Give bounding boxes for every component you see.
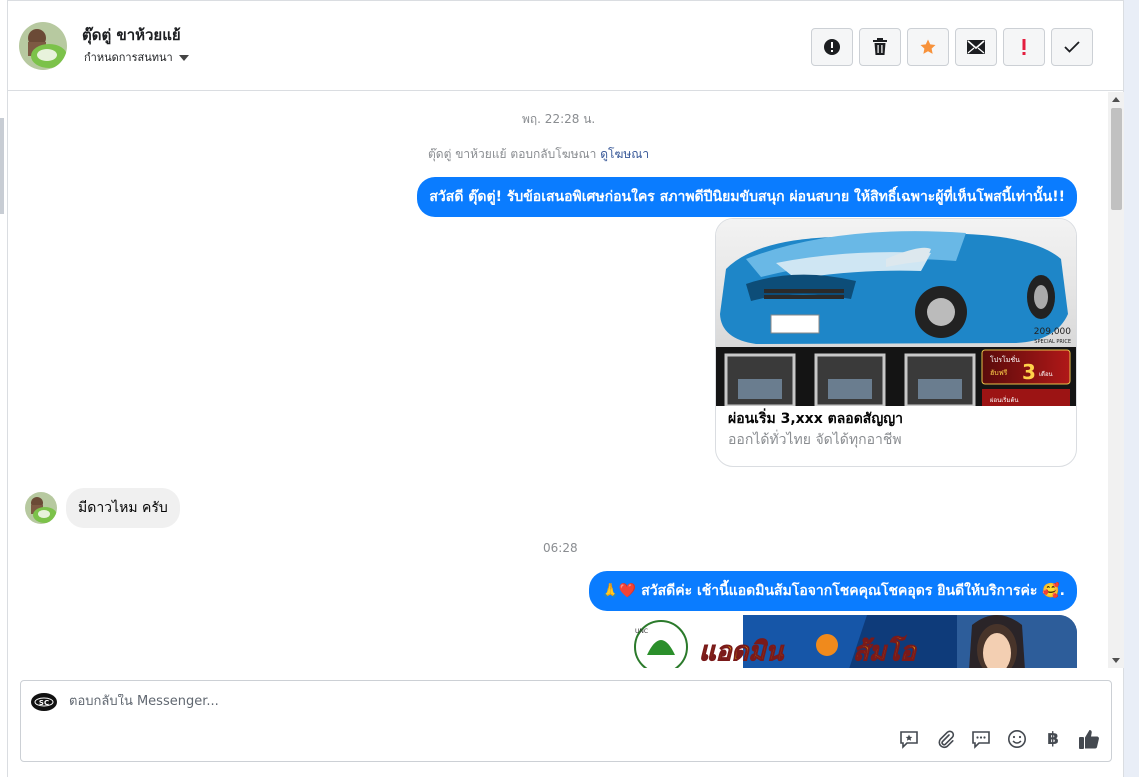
trash-icon <box>873 38 887 55</box>
scroll-down-arrow-icon[interactable] <box>1112 658 1120 663</box>
ad-reply-text: ตุ๊ดตู่ ขาห้วยแย้ ตอบกลับโฆษณา <box>428 147 597 161</box>
quick-reply-icon <box>972 731 990 749</box>
ad-title: ผ่อนเริ่ม 3,xxx ตลอดสัญญา <box>728 411 904 427</box>
svg-text:3: 3 <box>1022 360 1036 384</box>
delete-button[interactable] <box>859 28 901 66</box>
scroll-up-arrow-icon[interactable] <box>1112 97 1120 102</box>
mark-unread-button[interactable] <box>955 28 997 66</box>
svg-text:ผ่อนเริ่มต้น: ผ่อนเริ่มต้น <box>990 396 1018 404</box>
ad-card[interactable]: 209,000 SPECIAL PRICE โปรโมชั่น ฮับฟรี 3… <box>715 218 1077 467</box>
conversation-panel: ตุ๊ดตู่ ขาห้วยแย้ กำหนดการสนทนา พฤ. 22:2… <box>7 0 1125 777</box>
contact-avatar[interactable] <box>19 22 67 70</box>
contact-avatar-small <box>25 492 57 524</box>
conversation-header: ตุ๊ดตู่ ขาห้วยแย้ กำหนดการสนทนา <box>8 0 1125 91</box>
svg-text:SC: SC <box>39 699 49 707</box>
emoji-icon <box>1008 730 1026 748</box>
contact-name[interactable]: ตุ๊ดตู่ ขาห้วยแย้ <box>82 23 181 47</box>
reply-input[interactable] <box>69 694 769 709</box>
thumbs-up-button[interactable] <box>1077 727 1101 751</box>
exclamation-icon <box>1022 39 1026 55</box>
svg-text:SPECIAL PRICE: SPECIAL PRICE <box>1034 339 1071 345</box>
ad-reply-notice: ตุ๊ดตู่ ขาห้วยแย้ ตอบกลับโฆษณา ดูโฆษณา <box>428 145 649 164</box>
emoji-lead: 🙏❤️ <box>601 583 637 599</box>
payment-button[interactable]: ฿ <box>1041 727 1065 751</box>
emoji-tail: 🥰. <box>1042 583 1065 599</box>
checkmark-icon <box>1064 41 1080 53</box>
composer-toolbar: ฿ <box>897 727 1101 751</box>
message-thread[interactable]: พฤ. 22:28 น. ตุ๊ดตู่ ขาห้วยแย้ ตอบกลับโฆ… <box>8 92 1108 668</box>
star-icon <box>920 39 936 54</box>
scroll-thumb[interactable] <box>1111 108 1122 210</box>
attachment-button[interactable] <box>933 727 957 751</box>
message-timestamp: 06:28 <box>543 541 578 555</box>
saved-reply-button[interactable] <box>897 727 921 751</box>
mark-done-button[interactable] <box>1051 28 1093 66</box>
outgoing-text: สวัสดีค่ะ เช้านี้แอดมินส้มโอจากโชคคุณโชค… <box>641 583 1038 599</box>
quick-reply-button[interactable] <box>969 727 993 751</box>
thumbs-up-icon <box>1079 730 1099 749</box>
caret-down-icon <box>178 54 189 61</box>
header-actions <box>811 28 1093 66</box>
emoji-button[interactable] <box>1005 727 1029 751</box>
assign-conversation-dropdown[interactable]: กำหนดการสนทนา <box>84 48 189 66</box>
right-edge <box>1124 0 1139 777</box>
outgoing-message: สวัสดี ตุ๊ดตู่! รับข้อเสนอพิเศษก่อนใคร ส… <box>417 177 1077 217</box>
thread-scrollbar[interactable] <box>1108 92 1125 668</box>
svg-text:209,000: 209,000 <box>1034 327 1071 337</box>
ad-subtitle: ออกได้ทั่วไทย จัดได้ทุกอาชีพ <box>728 432 902 448</box>
page-avatar: SC <box>30 692 58 712</box>
follow-up-button[interactable] <box>1003 28 1045 66</box>
svg-text:ฮับฟรี: ฮับฟรี <box>990 369 1008 377</box>
promo-banner-image[interactable]: UNC แอดมิน ส้มโอ <box>627 615 1077 668</box>
reply-composer: SC ฿ <box>20 680 1112 762</box>
incoming-message: มีดาวไหม ครับ <box>66 488 180 528</box>
baht-payment-icon: ฿ <box>1047 729 1059 749</box>
star-button[interactable] <box>907 28 949 66</box>
view-ad-link[interactable]: ดูโฆษณา <box>600 147 649 161</box>
attachment-icon <box>938 730 955 749</box>
left-edge <box>0 0 7 777</box>
envelope-icon <box>967 40 985 54</box>
svg-text:แอดมิน: แอดมิน <box>699 637 784 667</box>
mark-spam-button[interactable] <box>811 28 853 66</box>
saved-reply-icon <box>900 731 918 749</box>
svg-text:โปรโมชั่น: โปรโมชั่น <box>990 355 1020 364</box>
svg-text:เดือน: เดือน <box>1039 370 1053 378</box>
outgoing-message: 🙏❤️ สวัสดีค่ะ เช้านี้แอดมินส้มโอจากโชคคุ… <box>589 571 1077 611</box>
assign-label: กำหนดการสนทนา <box>84 51 173 64</box>
svg-text:UNC: UNC <box>635 628 648 635</box>
message-timestamp: พฤ. 22:28 น. <box>522 112 596 126</box>
alert-circle-icon <box>824 39 840 55</box>
ad-image: 209,000 SPECIAL PRICE โปรโมชั่น ฮับฟรี 3… <box>716 219 1076 406</box>
svg-text:ส้มโอ: ส้มโอ <box>853 635 917 667</box>
